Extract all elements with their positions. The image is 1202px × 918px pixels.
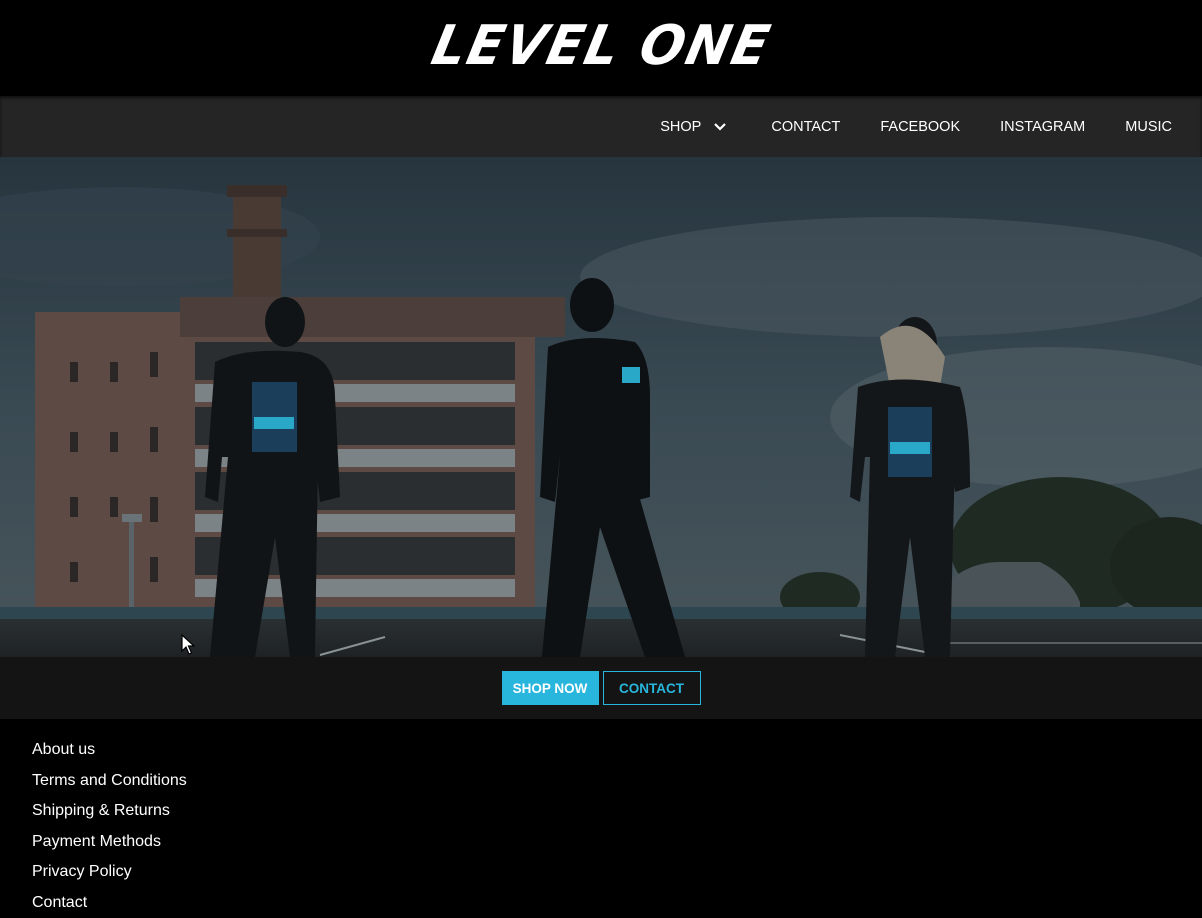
- hero-photo: [0, 157, 1202, 657]
- footer-link-payment-methods[interactable]: Payment Methods: [32, 827, 1202, 858]
- main-navigation: SHOP CONTACT FACEBOOK INSTAGRAM MUSIC: [0, 96, 1202, 157]
- hero-image: [0, 157, 1202, 657]
- contact-button[interactable]: CONTACT: [603, 671, 701, 705]
- nav-item-instagram[interactable]: INSTAGRAM: [980, 96, 1105, 157]
- nav-item-facebook[interactable]: FACEBOOK: [860, 96, 980, 157]
- footer-links: About us Terms and Conditions Shipping &…: [0, 719, 1202, 918]
- nav-item-contact[interactable]: CONTACT: [751, 96, 860, 157]
- footer-link-privacy-policy[interactable]: Privacy Policy: [32, 857, 1202, 888]
- nav-list: SHOP CONTACT FACEBOOK INSTAGRAM MUSIC: [640, 96, 1202, 157]
- nav-item-music[interactable]: MUSIC: [1105, 96, 1202, 157]
- cta-bar: SHOP NOW CONTACT: [0, 657, 1202, 719]
- footer-link-about-us[interactable]: About us: [32, 735, 1202, 766]
- site-header: LEVEL ONE: [0, 0, 1202, 96]
- site-footer: About us Terms and Conditions Shipping &…: [0, 719, 1202, 900]
- mouse-cursor-icon: [181, 634, 195, 656]
- chevron-down-icon: [713, 122, 727, 132]
- nav-item-label: FACEBOOK: [880, 119, 960, 135]
- nav-item-label: SHOP: [660, 119, 701, 135]
- nav-item-shop[interactable]: SHOP: [640, 96, 751, 157]
- shop-now-button[interactable]: SHOP NOW: [502, 671, 599, 705]
- nav-item-label: INSTAGRAM: [1000, 119, 1085, 135]
- nav-item-label: MUSIC: [1125, 119, 1172, 135]
- footer-link-shipping-returns[interactable]: Shipping & Returns: [32, 796, 1202, 827]
- site-logo[interactable]: LEVEL ONE: [426, 15, 776, 78]
- nav-item-label: CONTACT: [771, 119, 840, 135]
- footer-link-terms[interactable]: Terms and Conditions: [32, 766, 1202, 797]
- footer-link-contact[interactable]: Contact: [32, 888, 1202, 918]
